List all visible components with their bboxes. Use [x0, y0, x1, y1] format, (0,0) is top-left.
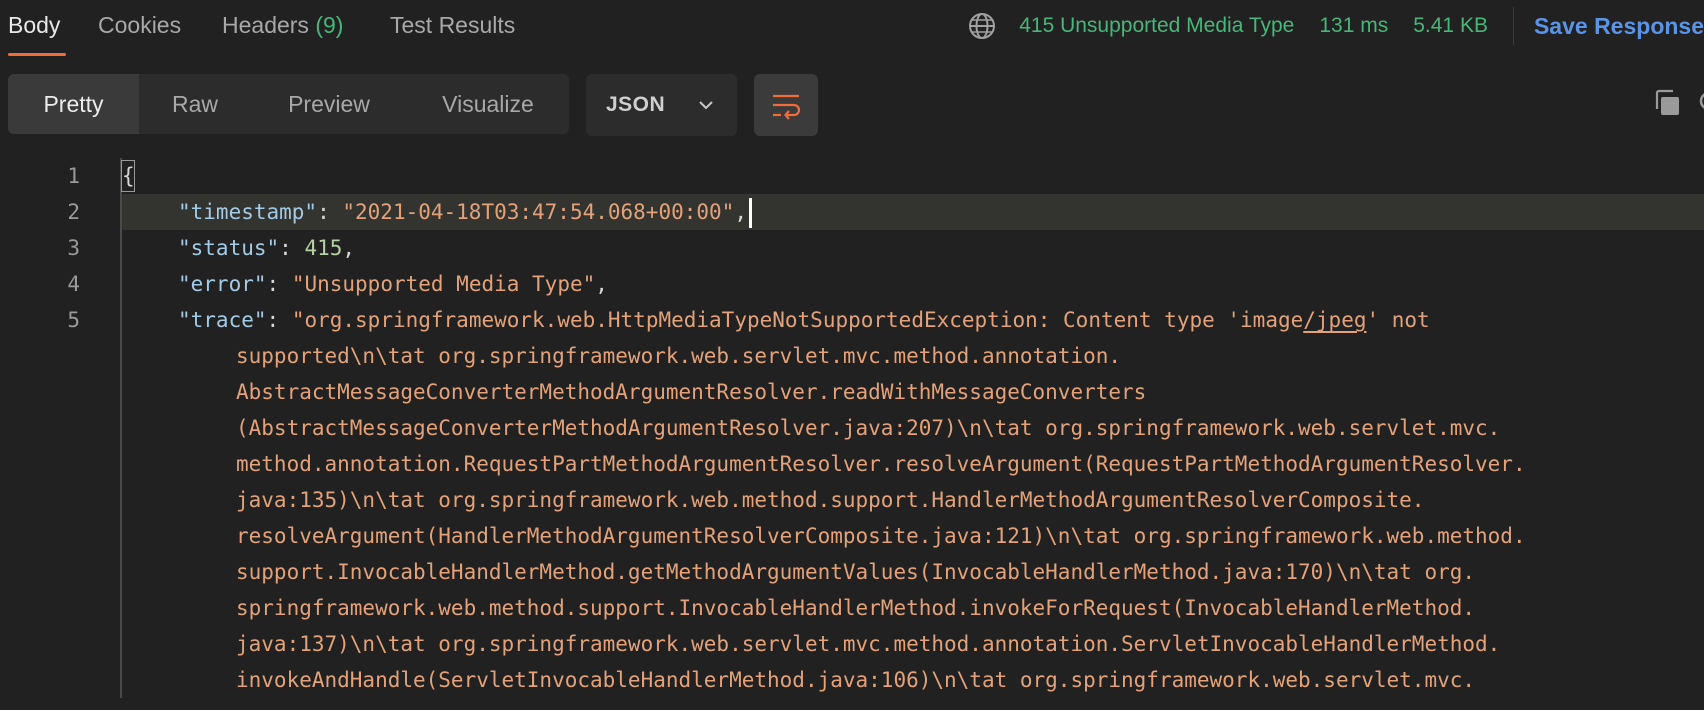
wrap-lines-icon — [773, 94, 801, 120]
tab-cookies[interactable]: Cookies — [98, 10, 181, 40]
view-pretty-button[interactable]: Pretty — [8, 74, 139, 134]
json-string-value: ' not — [1366, 308, 1430, 332]
save-response-button[interactable]: Save Response — [1534, 11, 1704, 41]
line-number: 4 — [67, 272, 80, 296]
wrap-lines-button[interactable] — [754, 74, 818, 136]
tab-body[interactable]: Body — [8, 10, 60, 40]
view-mode-toggle: Pretty Raw Preview Visualize — [8, 74, 569, 134]
trace-wrapped-line: resolveArgument(HandlerMethodArgumentRes… — [236, 524, 1526, 548]
json-key: "error" — [178, 272, 267, 296]
search-icon[interactable] — [1696, 88, 1704, 118]
json-key: "trace" — [178, 308, 267, 332]
response-body-editor[interactable]: 1 2 3 4 5 { "timestamp": "2021-04-18T03:… — [0, 158, 1704, 710]
line-number: 3 — [67, 236, 80, 260]
response-tab-bar: Body Cookies Headers (9) Test Results 41… — [0, 0, 1704, 58]
code-line-status: "status": 415, — [178, 236, 356, 260]
trace-wrapped-line: AbstractMessageConverterMethodArgumentRe… — [236, 380, 1147, 404]
json-key: "status" — [178, 236, 280, 260]
open-brace: { — [122, 164, 135, 188]
status-code[interactable]: 415 Unsupported Media Type — [1019, 11, 1294, 41]
line-number: 5 — [67, 308, 80, 332]
json-key: "timestamp" — [178, 200, 318, 224]
line-number: 1 — [67, 164, 80, 188]
trace-wrapped-line: java:137)\n\tat org.springframework.web.… — [236, 632, 1501, 656]
divider — [1512, 7, 1514, 45]
trace-wrapped-line: java:135)\n\tat org.springframework.web.… — [236, 488, 1425, 512]
response-status-area: 415 Unsupported Media Type 131 ms 5.41 K… — [967, 7, 1704, 45]
json-string-value: "org.springframework.web.HttpMediaTypeNo… — [291, 308, 1304, 332]
json-number-value: 415 — [304, 236, 343, 260]
json-string-value: "Unsupported Media Type" — [291, 272, 596, 296]
response-size[interactable]: 5.41 KB — [1413, 11, 1488, 41]
tab-headers[interactable]: Headers (9) — [222, 10, 343, 40]
trace-wrapped-line: method.annotation.RequestPartMethodArgum… — [236, 452, 1526, 476]
json-string-value: "2021-04-18T03:47:54.068+00:00" — [342, 200, 735, 224]
copy-icon[interactable] — [1652, 88, 1682, 118]
active-tab-indicator — [8, 53, 66, 56]
code-line-trace: "trace": "org.springframework.web.HttpMe… — [178, 308, 1430, 332]
trace-wrapped-line: supported\n\tat org.springframework.web.… — [236, 344, 1122, 368]
trace-wrapped-line: springframework.web.method.support.Invoc… — [236, 596, 1476, 620]
view-raw-button[interactable]: Raw — [139, 74, 251, 134]
trace-wrapped-line: invokeAndHandle(ServletInvocableHandlerM… — [236, 668, 1476, 692]
format-dropdown-value: JSON — [606, 93, 666, 116]
trace-wrapped-line: (AbstractMessageConverterMethodArgumentR… — [236, 416, 1501, 440]
line-number: 2 — [67, 200, 80, 224]
tab-test-results[interactable]: Test Results — [390, 10, 515, 40]
format-dropdown[interactable]: JSON — [586, 74, 737, 136]
headers-count-badge: (9) — [315, 12, 344, 38]
indent-guide — [120, 158, 122, 698]
trace-wrapped-line: support.InvocableHandlerMethod.getMethod… — [236, 560, 1476, 584]
view-visualize-button[interactable]: Visualize — [407, 74, 569, 134]
chevron-down-icon — [699, 101, 713, 110]
view-preview-button[interactable]: Preview — [251, 74, 407, 134]
code-line-timestamp: "timestamp": "2021-04-18T03:47:54.068+00… — [178, 194, 752, 230]
text-cursor — [748, 198, 752, 228]
response-time[interactable]: 131 ms — [1319, 11, 1388, 41]
tab-headers-label: Headers — [222, 12, 309, 38]
code-line-error: "error": "Unsupported Media Type", — [178, 272, 608, 296]
globe-icon[interactable] — [967, 11, 997, 41]
mime-link[interactable]: /jpeg — [1303, 308, 1366, 332]
